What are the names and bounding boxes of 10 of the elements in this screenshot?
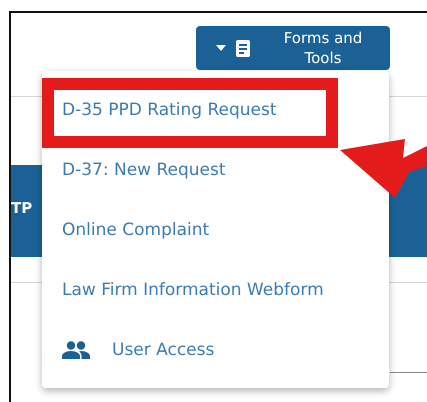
document-icon (236, 40, 250, 56)
menu-item[interactable]: Online Complaint (62, 212, 210, 248)
forms-and-tools-button[interactable]: Forms and Tools (196, 26, 390, 70)
caret-icon (216, 45, 226, 51)
menu-item[interactable]: User Access (62, 332, 214, 368)
menu-item[interactable]: D-35 PPD Rating Request (62, 92, 277, 128)
users-icon (62, 341, 90, 359)
menu-item[interactable]: Law Firm Information Webform (62, 272, 324, 308)
banner-label: TP (11, 199, 32, 217)
menu-item[interactable]: D-37: New Request (62, 152, 226, 188)
